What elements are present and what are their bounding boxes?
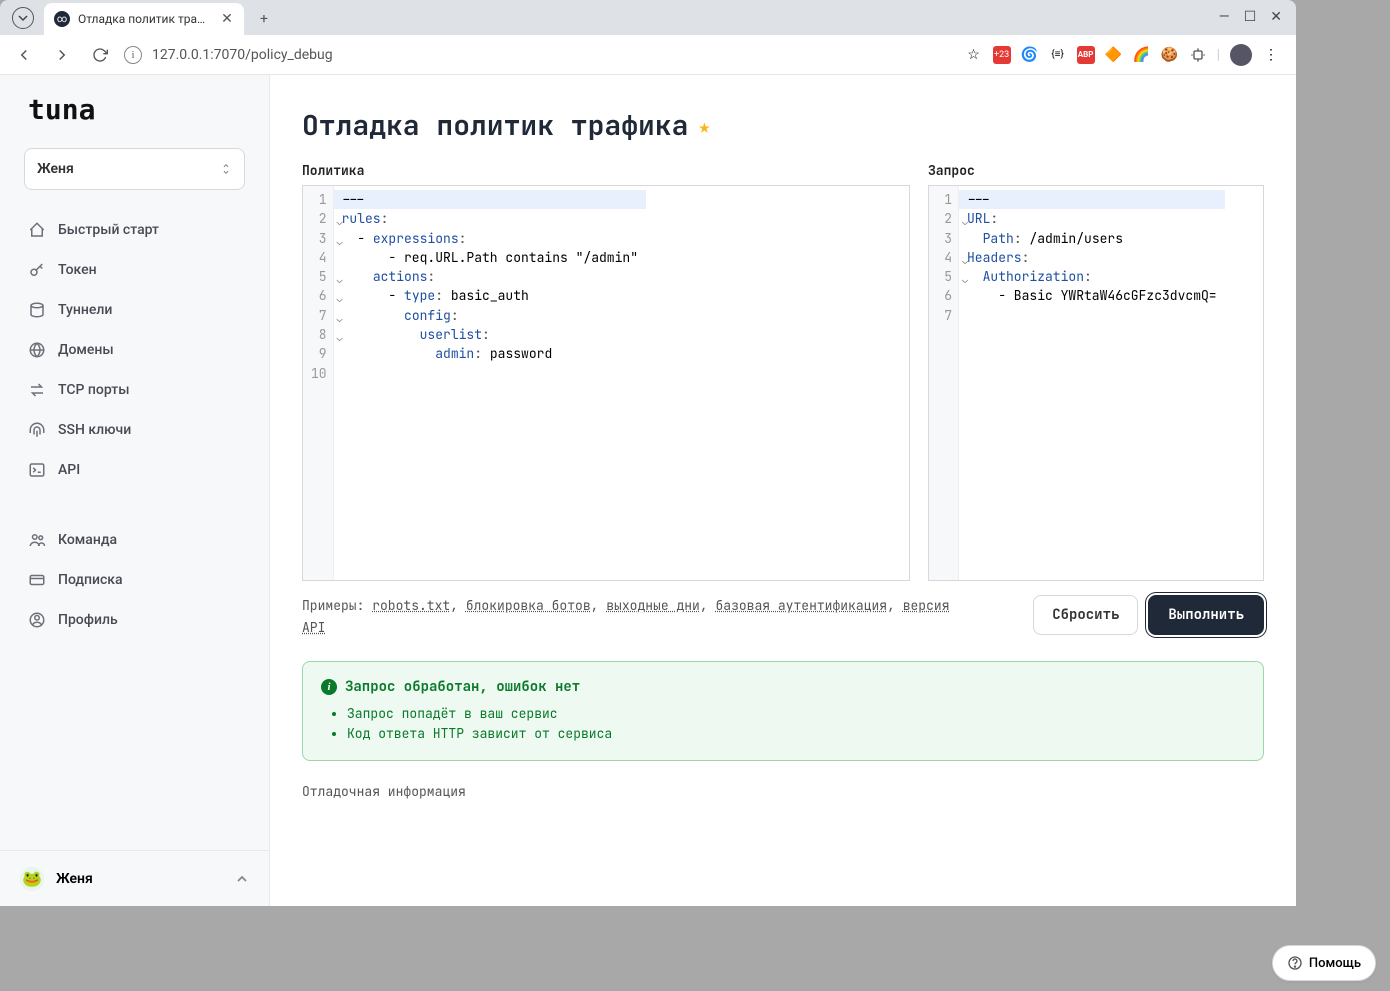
sidebar-item-tcpports[interactable]: TCP порты xyxy=(16,370,253,410)
request-editor-label: Запрос xyxy=(928,162,1264,179)
window-close-icon[interactable]: ✕ xyxy=(1270,9,1282,25)
window-minimize-icon[interactable]: — xyxy=(1219,9,1230,25)
browser-menu-icon[interactable]: ⋮ xyxy=(1262,46,1280,64)
execute-button[interactable]: Выполнить xyxy=(1148,595,1264,635)
window-maximize-icon[interactable]: ☐ xyxy=(1244,9,1257,25)
sidebar: tuna Женя Быстрый старт Токен Туннели До… xyxy=(0,75,270,906)
ext-icon-5[interactable]: 🔶 xyxy=(1105,46,1123,64)
request-gutter: 1 2⌄ 3 4⌄ 5⌄ 6 7 xyxy=(929,186,959,580)
sidebar-item-label: Туннели xyxy=(58,302,112,318)
fingerprint-icon xyxy=(28,421,46,439)
ext-icon-7[interactable]: 🍪 xyxy=(1161,46,1179,64)
logo: tuna xyxy=(0,93,269,138)
user-icon xyxy=(28,611,46,629)
page-title: Отладка политик трафика ★ xyxy=(302,107,1264,144)
sidebar-item-team[interactable]: Команда xyxy=(16,520,253,560)
sidebar-item-quickstart[interactable]: Быстрый старт xyxy=(16,210,253,250)
examples-text: Примеры: robots.txt, блокировка ботов, в… xyxy=(302,595,962,639)
sidebar-item-label: Подписка xyxy=(58,572,123,588)
tab-search-dropdown[interactable] xyxy=(12,7,34,29)
ext-icon-6[interactable]: 🌈 xyxy=(1133,46,1151,64)
sidebar-item-label: API xyxy=(58,462,80,478)
request-editor[interactable]: 1 2⌄ 3 4⌄ 5⌄ 6 7 ---URL: Path: /admin/us… xyxy=(928,185,1264,581)
example-link-weekend[interactable]: выходные дни xyxy=(606,597,700,614)
help-button[interactable]: Помощь xyxy=(1272,945,1376,981)
policy-gutter: 1 2⌄ 3⌄ 4 5⌄ 6⌄ 7⌄ 8⌄ 9 10 xyxy=(303,186,334,580)
ext-icon-abp[interactable]: ABP xyxy=(1077,46,1095,64)
window-controls: — ☐ ✕ xyxy=(1219,9,1296,35)
sidebar-item-label: Домены xyxy=(58,342,114,358)
sidebar-item-label: Быстрый старт xyxy=(58,222,159,238)
sidebar-item-profile[interactable]: Профиль xyxy=(16,600,253,640)
star-icon: ★ xyxy=(698,113,710,139)
globe-icon xyxy=(28,341,46,359)
result-item: Запрос попадёт в ваш сервис xyxy=(347,704,1245,724)
browser-tab-active[interactable]: ∞ Отладка политик трафика ✕ xyxy=(44,3,244,35)
swap-icon xyxy=(28,381,46,399)
reset-button[interactable]: Сбросить xyxy=(1033,595,1138,635)
sidebar-item-api[interactable]: API xyxy=(16,450,253,490)
reload-button[interactable] xyxy=(86,41,114,69)
nav-primary: Быстрый старт Токен Туннели Домены TCP п… xyxy=(0,204,269,496)
home-icon xyxy=(28,221,46,239)
terminal-icon xyxy=(28,461,46,479)
new-tab-button[interactable]: + xyxy=(250,5,278,33)
chevron-up-icon xyxy=(235,872,249,886)
site-info-icon[interactable]: i xyxy=(124,46,142,64)
sidebar-item-token[interactable]: Токен xyxy=(16,250,253,290)
back-button[interactable] xyxy=(10,41,38,69)
url-text: 127.0.0.1:7070/policy_debug xyxy=(152,47,333,63)
sidebar-item-label: SSH ключи xyxy=(58,422,131,438)
tab-title: Отладка политик трафика xyxy=(78,12,212,26)
browser-toolbar: i 127.0.0.1:7070/policy_debug ☆ +23 🌀 {≡… xyxy=(0,35,1296,75)
user-avatar-icon: 🐸 xyxy=(20,867,44,891)
extensions-icon[interactable] xyxy=(1189,46,1207,64)
ext-icon-2[interactable]: 🌀 xyxy=(1021,46,1039,64)
policy-editor[interactable]: 1 2⌄ 3⌄ 4 5⌄ 6⌄ 7⌄ 8⌄ 9 10 ---rules: - e… xyxy=(302,185,910,581)
result-heading: i Запрос обработан, ошибок нет xyxy=(321,678,1245,696)
sidebar-item-label: TCP порты xyxy=(58,382,129,398)
sidebar-user-menu[interactable]: 🐸 Женя xyxy=(0,850,269,906)
ext-icon-1[interactable]: +23 xyxy=(993,46,1011,64)
main-content: Отладка политик трафика ★ Политика 1 2⌄ … xyxy=(270,75,1296,906)
result-box: i Запрос обработан, ошибок нет Запрос по… xyxy=(302,661,1264,761)
star-icon[interactable]: ☆ xyxy=(965,46,983,64)
tab-close-icon[interactable]: ✕ xyxy=(220,12,234,26)
example-link-bots[interactable]: блокировка ботов xyxy=(466,597,591,614)
sidebar-item-label: Токен xyxy=(58,262,97,278)
tab-favicon: ∞ xyxy=(54,11,70,27)
ext-icon-3[interactable]: {≡} xyxy=(1049,46,1067,64)
policy-editor-label: Политика xyxy=(302,162,910,179)
team-selector[interactable]: Женя xyxy=(24,148,245,190)
address-bar[interactable]: i 127.0.0.1:7070/policy_debug xyxy=(124,40,955,70)
sidebar-item-billing[interactable]: Подписка xyxy=(16,560,253,600)
example-link-basicauth[interactable]: базовая аутентификация xyxy=(715,597,887,614)
request-code[interactable]: ---URL: Path: /admin/users Headers: Auth… xyxy=(959,186,1225,580)
sidebar-item-sshkeys[interactable]: SSH ключи xyxy=(16,410,253,450)
browser-tabstrip: ∞ Отладка политик трафика ✕ + — ☐ ✕ xyxy=(0,0,1296,35)
key-icon xyxy=(28,261,46,279)
users-icon xyxy=(28,531,46,549)
nav-secondary: Команда Подписка Профиль xyxy=(0,514,269,646)
example-link-robots[interactable]: robots.txt xyxy=(372,597,450,614)
info-icon: i xyxy=(321,679,337,695)
sidebar-item-tunnels[interactable]: Туннели xyxy=(16,290,253,330)
forward-button[interactable] xyxy=(48,41,76,69)
user-name: Женя xyxy=(56,871,223,887)
policy-code[interactable]: ---rules: - expressions: - req.URL.Path … xyxy=(334,186,646,580)
profile-avatar-icon[interactable] xyxy=(1230,44,1252,66)
debug-info-label: Отладочная информация xyxy=(302,783,1264,800)
card-icon xyxy=(28,571,46,589)
sidebar-item-label: Команда xyxy=(58,532,117,548)
sidebar-item-domains[interactable]: Домены xyxy=(16,330,253,370)
help-icon xyxy=(1287,955,1303,971)
tunnel-icon xyxy=(28,301,46,319)
chevron-updown-icon xyxy=(220,162,232,176)
result-item: Код ответа HTTP зависит от сервиса xyxy=(347,724,1245,744)
team-selector-label: Женя xyxy=(37,161,74,177)
sidebar-item-label: Профиль xyxy=(58,612,118,628)
